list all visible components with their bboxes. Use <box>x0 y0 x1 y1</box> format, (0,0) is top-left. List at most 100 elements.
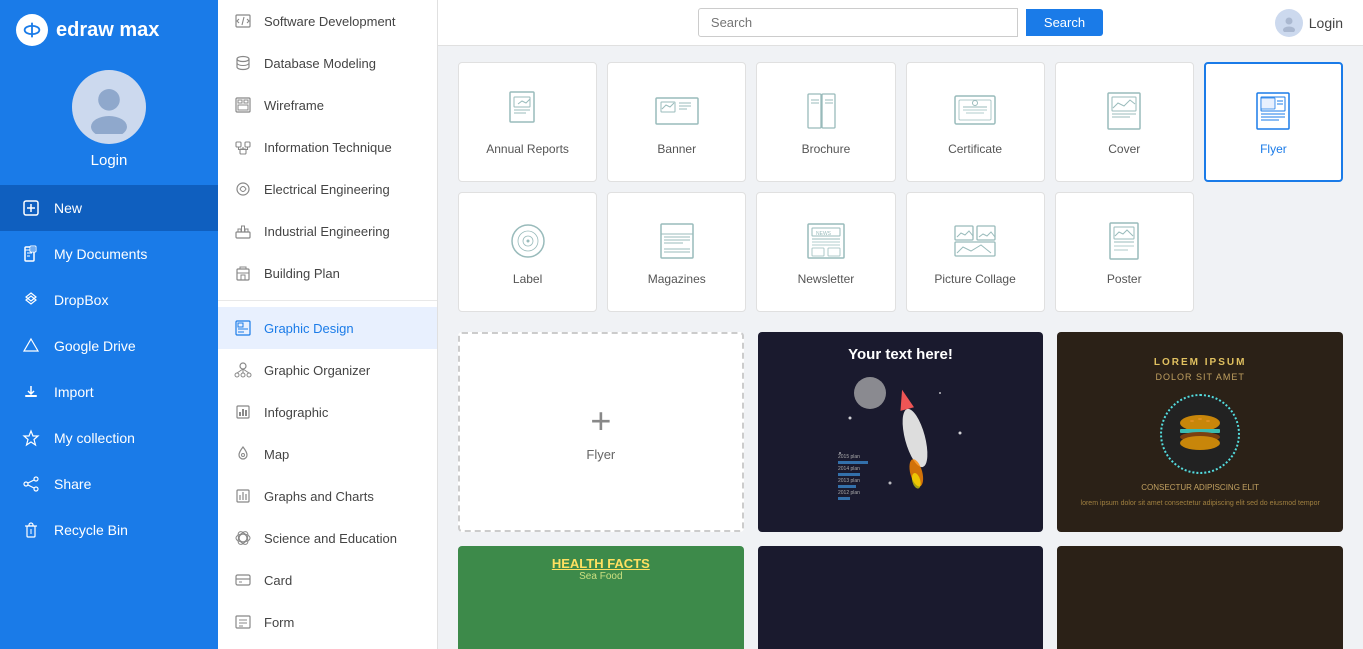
middle-map-label: Map <box>264 447 289 462</box>
picture-collage-icon <box>948 218 1002 264</box>
middle-item-graphs-charts[interactable]: Graphs and Charts <box>218 475 437 517</box>
banner-icon <box>650 88 704 134</box>
preview-burger-flyer[interactable]: LOREM IPSUM DOLOR SIT AMET <box>1057 332 1343 532</box>
avatar <box>72 70 146 144</box>
middle-software-dev-label: Software Development <box>264 14 396 29</box>
magazines-icon <box>650 218 704 264</box>
graphic-organizer-icon <box>232 359 254 381</box>
certificate-icon <box>948 88 1002 134</box>
middle-divider <box>218 300 437 301</box>
graphs-charts-icon <box>232 485 254 507</box>
template-card-newsletter[interactable]: NEWS Newsletter <box>756 192 895 312</box>
sidebar-item-google-drive[interactable]: Google Drive <box>0 323 218 369</box>
middle-item-graphic-organizer[interactable]: Graphic Organizer <box>218 349 437 391</box>
template-card-label[interactable]: Label <box>458 192 597 312</box>
svg-text:NEWS: NEWS <box>816 231 832 237</box>
search-input[interactable] <box>698 8 1018 37</box>
template-section: Annual Reports Banner <box>438 46 1363 649</box>
sidebar-item-my-collection[interactable]: My collection <box>0 415 218 461</box>
middle-item-wireframe[interactable]: Wireframe <box>218 84 437 126</box>
recycle-bin-icon <box>20 519 42 541</box>
sidebar-item-recycle-bin[interactable]: Recycle Bin <box>0 507 218 553</box>
middle-item-graphic-design[interactable]: Graphic Design <box>218 307 437 349</box>
middle-graphic-organizer-label: Graphic Organizer <box>264 363 370 378</box>
template-card-annual-reports[interactable]: Annual Reports <box>458 62 597 182</box>
poster-icon <box>1097 218 1151 264</box>
avatar-label[interactable]: Login <box>91 152 128 169</box>
topbar: Search Login <box>438 0 1363 46</box>
infographic-icon <box>232 401 254 423</box>
app-logo: edraw max <box>0 0 218 60</box>
my-documents-icon <box>20 243 42 265</box>
middle-item-info-tech[interactable]: Information Technique <box>218 126 437 168</box>
middle-card-label: Card <box>264 573 292 588</box>
sidebar-nav: New My Documents DropBox <box>0 185 218 553</box>
preview-health-flyer[interactable]: HEALTH FACTS Sea Food <box>458 546 744 649</box>
software-dev-icon <box>232 10 254 32</box>
map-icon <box>232 443 254 465</box>
middle-item-form[interactable]: Form <box>218 601 437 643</box>
flyer-icon <box>1246 88 1300 134</box>
avatar-container: Login <box>72 70 146 169</box>
middle-item-database[interactable]: Database Modeling <box>218 42 437 84</box>
middle-item-electrical[interactable]: Electrical Engineering <box>218 168 437 210</box>
middle-item-science[interactable]: Science and Education <box>218 517 437 559</box>
preview-space-flyer[interactable]: Your text here! <box>758 332 1044 532</box>
preview-placeholder-2[interactable] <box>758 546 1044 649</box>
search-button[interactable]: Search <box>1026 9 1103 36</box>
svg-text:2015 plan: 2015 plan <box>838 454 860 460</box>
sidebar-item-new[interactable]: New <box>0 185 218 231</box>
burger-title: LOREM IPSUM <box>1154 357 1247 368</box>
flyer-label: Flyer <box>1260 142 1287 156</box>
sidebar-recycle-bin-label: Recycle Bin <box>54 522 128 538</box>
burger-body-text: CONSECTUR ADIPISCING ELIT <box>1137 482 1263 493</box>
preview-blank-flyer[interactable]: + Flyer <box>458 332 744 532</box>
science-icon <box>232 527 254 549</box>
burger-svg <box>1170 409 1230 459</box>
sidebar-dropbox-label: DropBox <box>54 292 108 308</box>
preview-section: + Flyer Your text here! <box>458 332 1343 649</box>
template-card-poster[interactable]: Poster <box>1055 192 1194 312</box>
industrial-icon <box>232 220 254 242</box>
info-tech-icon <box>232 136 254 158</box>
burger-subtitle: DOLOR SIT AMET <box>1155 372 1244 382</box>
user-avatar-icon <box>1275 9 1303 37</box>
middle-item-card[interactable]: Card <box>218 559 437 601</box>
login-label[interactable]: Login <box>1309 15 1343 31</box>
middle-wireframe-label: Wireframe <box>264 98 324 113</box>
middle-item-map[interactable]: Map <box>218 433 437 475</box>
template-card-cover[interactable]: Cover <box>1055 62 1194 182</box>
middle-panel: Software Development Database Modeling W… <box>218 0 438 649</box>
middle-infographic-label: Infographic <box>264 405 328 420</box>
middle-info-tech-label: Information Technique <box>264 140 392 155</box>
new-icon <box>20 197 42 219</box>
sidebar-item-share[interactable]: Share <box>0 461 218 507</box>
sidebar-item-dropbox[interactable]: DropBox <box>0 277 218 323</box>
wave-area <box>468 588 734 649</box>
sidebar-item-my-documents[interactable]: My Documents <box>0 231 218 277</box>
app-name-label: edraw max <box>56 19 159 42</box>
certificate-label: Certificate <box>948 142 1002 156</box>
template-card-flyer[interactable]: Flyer <box>1204 62 1343 182</box>
preview-placeholder-3[interactable] <box>1057 546 1343 649</box>
sidebar-share-label: Share <box>54 476 91 492</box>
middle-item-building[interactable]: Building Plan <box>218 252 437 294</box>
annual-reports-icon <box>501 88 555 134</box>
database-icon <box>232 52 254 74</box>
template-card-brochure[interactable]: Brochure <box>756 62 895 182</box>
middle-item-industrial[interactable]: Industrial Engineering <box>218 210 437 252</box>
middle-item-infographic[interactable]: Infographic <box>218 391 437 433</box>
middle-item-software-dev[interactable]: Software Development <box>218 0 437 42</box>
my-collection-icon <box>20 427 42 449</box>
template-card-certificate[interactable]: Certificate <box>906 62 1045 182</box>
template-card-banner[interactable]: Banner <box>607 62 746 182</box>
template-card-magazines[interactable]: Magazines <box>607 192 746 312</box>
dropbox-icon <box>20 289 42 311</box>
sidebar-item-import[interactable]: Import <box>0 369 218 415</box>
picture-collage-label: Picture Collage <box>934 272 1015 286</box>
svg-text:2012 plan: 2012 plan <box>838 490 860 496</box>
cover-label: Cover <box>1108 142 1140 156</box>
template-card-picture-collage[interactable]: Picture Collage <box>906 192 1045 312</box>
middle-form-label: Form <box>264 615 294 630</box>
middle-graphs-charts-label: Graphs and Charts <box>264 489 374 504</box>
